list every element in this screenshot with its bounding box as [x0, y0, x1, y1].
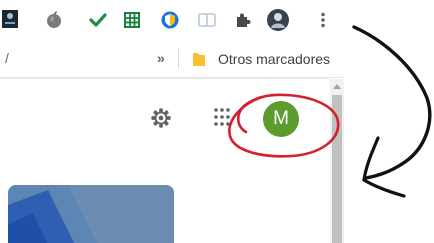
- page-content: M: [0, 79, 330, 243]
- page-extension-icon[interactable]: [2, 10, 18, 28]
- account-avatar[interactable]: M: [263, 101, 299, 137]
- profile-avatar-icon[interactable]: [266, 8, 290, 32]
- apps-grid-icon[interactable]: [214, 108, 230, 126]
- more-vert-icon[interactable]: [313, 10, 333, 30]
- scrollbar-thumb[interactable]: [332, 95, 342, 243]
- reader-extension-icon[interactable]: [197, 10, 217, 30]
- arrow-annotation: [352, 25, 432, 198]
- folder-icon: [193, 53, 205, 66]
- settings-gear-icon[interactable]: [150, 107, 172, 129]
- browser-toolbar: [0, 0, 343, 40]
- scroll-up-arrow-icon[interactable]: [333, 84, 341, 89]
- content-card-image[interactable]: [8, 185, 174, 243]
- tomato-extension-icon[interactable]: [44, 10, 64, 30]
- puzzle-piece-icon[interactable]: [233, 10, 253, 30]
- other-bookmarks-folder[interactable]: Otros marcadores: [218, 51, 330, 67]
- checkmark-extension-icon[interactable]: [88, 10, 108, 30]
- sheets-extension-icon[interactable]: [122, 10, 142, 30]
- more-bookmarks-button[interactable]: »: [157, 50, 165, 66]
- bookmarks-bar: / » Otros marcadores: [0, 40, 343, 78]
- bookmark-truncated[interactable]: /: [5, 50, 9, 66]
- page-scrollbar[interactable]: [330, 79, 344, 243]
- bookmarks-separator: [178, 49, 179, 69]
- shield-extension-icon[interactable]: [160, 10, 180, 30]
